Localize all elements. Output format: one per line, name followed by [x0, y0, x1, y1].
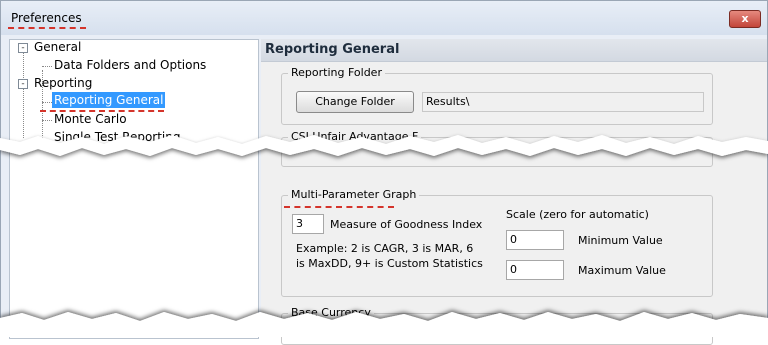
title-bar: Preferences x: [1, 1, 767, 35]
reporting-folder-group: Reporting Folder Change Folder Results\: [281, 66, 713, 125]
preferences-tree: - General Data Folders and Options - Rep…: [9, 39, 259, 339]
settings-panel: Reporting General Reporting Folder Chang…: [261, 39, 767, 345]
tree-item-label: Reporting General: [52, 92, 166, 108]
path-value: Results\: [426, 95, 470, 108]
tree-connector: [42, 66, 52, 67]
tree-item-label: Data Folders and Options: [54, 58, 207, 72]
close-button[interactable]: x: [729, 10, 761, 28]
torn-edge-top: [0, 135, 768, 156]
example-text-line2: is MaxDD, 9+ is Custom Statistics: [296, 257, 483, 270]
tree-item-general[interactable]: General: [34, 40, 81, 54]
tree-item-reporting-general[interactable]: Reporting General: [52, 92, 166, 108]
maximum-value-input[interactable]: 0: [506, 260, 564, 280]
group-label: Reporting Folder: [288, 66, 385, 79]
tear-shape: [0, 135, 768, 156]
annotation-underline-title: [8, 27, 86, 29]
panel-title: Reporting General: [265, 42, 400, 57]
tree-item-data-folders[interactable]: Data Folders and Options: [54, 58, 206, 72]
collapse-general-icon[interactable]: -: [18, 43, 28, 53]
collapse-reporting-icon[interactable]: -: [18, 79, 28, 89]
window-title: Preferences: [11, 11, 82, 25]
minimum-value-input[interactable]: 0: [506, 230, 564, 250]
minimum-value-label: Minimum Value: [578, 234, 663, 247]
reporting-folder-path: Results\: [422, 92, 704, 112]
tree-item-reporting[interactable]: Reporting: [34, 76, 92, 90]
button-label: Change Folder: [315, 95, 395, 108]
scale-label: Scale (zero for automatic): [506, 208, 649, 221]
tree-connector: [42, 102, 52, 103]
tree-item-label: Reporting: [34, 76, 93, 90]
close-icon: x: [741, 12, 749, 25]
minimum-value: 0: [510, 233, 517, 246]
maximum-value: 0: [510, 263, 517, 276]
measure-of-goodness-input[interactable]: 3: [292, 214, 324, 234]
annotation-underline-multi-parameter-graph: [284, 206, 394, 208]
tree-connector: [42, 120, 52, 121]
maximum-value-label: Maximum Value: [578, 264, 666, 277]
panel-header: Reporting General: [261, 39, 767, 62]
tear-shape: [0, 312, 768, 337]
group-label: Multi-Parameter Graph: [288, 188, 420, 201]
change-folder-button[interactable]: Change Folder: [296, 91, 414, 113]
measure-label: Measure of Goodness Index: [330, 218, 483, 231]
measure-value: 3: [296, 217, 303, 230]
example-text-line1: Example: 2 is CAGR, 3 is MAR, 6: [296, 242, 474, 255]
multi-parameter-graph-group: Multi-Parameter Graph 3 Measure of Goodn…: [281, 188, 713, 297]
tree-item-label: General: [34, 40, 82, 54]
torn-edge-bottom: [0, 312, 768, 337]
annotation-underline-reporting-general: [40, 110, 164, 112]
preferences-window: Preferences x - General Data Folders and…: [0, 0, 768, 345]
